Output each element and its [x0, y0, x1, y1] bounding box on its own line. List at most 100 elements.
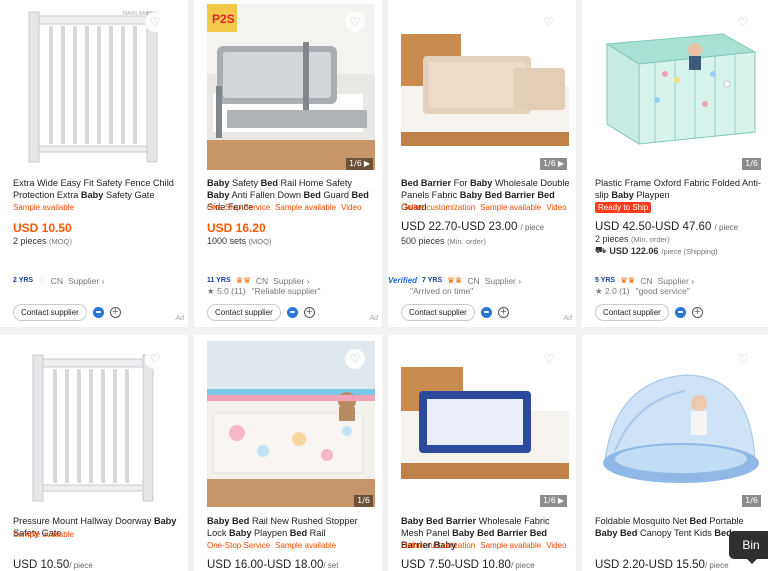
moq: 1000 sets (MOQ)	[207, 236, 271, 246]
image-count: 1/6 ▶	[539, 495, 567, 507]
crown-icon: ♛♛	[447, 275, 463, 285]
product-tag: Sample available	[275, 203, 337, 212]
moq-value: 1000 sets	[207, 236, 247, 246]
price-unit: / piece	[520, 223, 545, 232]
title-fragment: Baby Bed	[595, 528, 638, 538]
product-card[interactable]: ♡ 1/6 Plastic Frame Oxford Fabric Folded…	[582, 0, 768, 327]
product-image[interactable]: ♡	[7, 341, 175, 507]
supplier-link[interactable]: Supplier ›	[68, 276, 104, 286]
title-fragment: Bed	[689, 516, 707, 526]
verified-badge: Verified	[388, 276, 418, 285]
image-count: 1/6	[354, 495, 373, 507]
product-title[interactable]: Plastic Frame Oxford Fabric Folded Anti-…	[595, 177, 765, 201]
product-tag: Sample available	[13, 530, 74, 539]
heart-icon[interactable]: ♡	[145, 12, 165, 32]
add-icon[interactable]: +	[497, 307, 509, 318]
title-fragment: Bed	[303, 190, 321, 200]
title-fragment: Baby	[153, 516, 177, 526]
price: USD 10.50/ piece	[13, 559, 93, 571]
play-icon: ▶	[363, 159, 370, 168]
rating: ★ 2.0 (1)	[595, 286, 630, 296]
play-icon: ▶	[557, 496, 564, 505]
contact-supplier-button[interactable]: Contact supplier	[595, 304, 669, 321]
heart-icon[interactable]: ♡	[345, 349, 365, 369]
title-fragment: Bed	[351, 190, 369, 200]
card-actions: Contact supplier +	[13, 304, 121, 321]
contact-supplier-button[interactable]: Contact supplier	[401, 304, 475, 321]
add-icon[interactable]: +	[303, 307, 315, 318]
product-image[interactable]: ♡ 1/6	[207, 341, 375, 507]
product-tag: Online customization	[401, 541, 476, 550]
product-image[interactable]: ♡ 1/6	[595, 4, 763, 170]
heart-icon[interactable]: ♡	[733, 349, 753, 369]
tag-list: Sample available	[13, 202, 74, 213]
title-fragment: For	[451, 178, 470, 188]
product-card[interactable]: ♡ 1/6 Baby Bed Rail New Rushed Stopper L…	[194, 335, 382, 571]
review-info: "Arrived on time"	[410, 286, 473, 296]
contact-supplier-button[interactable]: Contact supplier	[13, 304, 87, 321]
chat-icon[interactable]	[286, 307, 298, 318]
title-fragment: Rail Home Safety	[277, 178, 353, 188]
tag-list: Sample available	[13, 529, 74, 540]
product-image[interactable]: P2S ♡ 1/6 ▶	[207, 4, 375, 170]
price-unit: / set	[323, 561, 339, 570]
card-actions: Contact supplier +	[207, 304, 315, 321]
price: USD 7.50-USD 10.80/ piece	[401, 559, 535, 571]
price-unit: / piece	[69, 561, 93, 570]
supplier-link[interactable]: Supplier ›	[485, 276, 521, 286]
heart-icon[interactable]: ♡	[733, 12, 753, 32]
product-title[interactable]: Extra Wide Easy Fit Safety Fence Child P…	[13, 177, 183, 201]
product-card[interactable]: P2S ♡ 1/6 ▶ Baby Safety Bed Rail Home Saf…	[194, 0, 382, 327]
price-value: USD 10.50	[13, 559, 70, 571]
heart-icon[interactable]: ♡	[539, 12, 559, 32]
product-title[interactable]: Baby Bed Rail New Rushed Stopper Lock Ba…	[207, 515, 377, 539]
image-count: 1/6 ▶	[539, 158, 567, 170]
title-fragment: Baby	[80, 190, 104, 200]
diamond-icon: ♢	[38, 275, 46, 285]
image-count-value: 1/6	[357, 496, 370, 505]
moq-note: (Min. order)	[447, 237, 486, 246]
title-fragment: Portable	[706, 516, 744, 526]
product-image[interactable]: ♡ 1/6 ▶	[401, 4, 569, 170]
years-badge: 5 YRS	[595, 277, 616, 284]
title-fragment: Baby	[469, 178, 493, 188]
product-tag: Video	[546, 203, 567, 212]
bin-tooltip[interactable]: Bin	[729, 531, 768, 564]
heart-icon[interactable]: ♡	[145, 349, 165, 369]
product-card[interactable]: ♡ 1/6 ▶ Bed Barrier For Baby Wholesale Do…	[388, 0, 576, 327]
chat-icon[interactable]	[674, 307, 686, 318]
product-card[interactable]: ♡ Pressure Mount Hallway Doorway Baby Sa…	[0, 335, 188, 571]
supplier-link[interactable]: Supplier ›	[273, 276, 309, 286]
price: USD 16.00-USD 18.00/ set	[207, 559, 338, 571]
title-fragment: Baby Bed	[207, 516, 250, 526]
price-value: USD 2.20-USD 15.50	[595, 559, 705, 571]
product-image[interactable]: ♡ 1/6 ▶	[401, 341, 569, 507]
supplier-info[interactable]: 5 YRS ♛♛ CN Supplier ›	[595, 275, 694, 286]
title-fragment: Safety	[229, 178, 261, 188]
supplier-link[interactable]: Supplier ›	[658, 276, 694, 286]
price-unit: / piece	[510, 561, 535, 570]
supplier-info[interactable]: 2 YRS ♢ CN Supplier ›	[13, 275, 104, 286]
price: USD 2.20-USD 15.50/ piece	[595, 559, 729, 571]
add-icon[interactable]: +	[109, 307, 121, 318]
shipping-price: ⛟ USD 122.06 /piece (Shipping)	[595, 245, 718, 257]
tag-list: One-Stop Service Sample available	[207, 540, 336, 551]
title-fragment: Baby Bed Barrier Bed	[459, 190, 555, 200]
supplier-info[interactable]: Verified 7 YRS ♛♛ CN Supplier ›	[388, 275, 521, 286]
add-icon[interactable]: +	[691, 307, 703, 318]
review-quote: "Reliable supplier"	[251, 286, 321, 296]
country: CN	[467, 275, 480, 286]
moq-value: 500 pieces	[401, 236, 445, 246]
chat-icon[interactable]	[480, 307, 492, 318]
heart-icon[interactable]: ♡	[539, 349, 559, 369]
chat-icon[interactable]	[92, 307, 104, 318]
product-image[interactable]: ♡ 1/6	[595, 341, 763, 507]
heart-icon[interactable]: ♡	[345, 12, 365, 32]
product-image[interactable]: MARS BABY ♡	[7, 4, 175, 170]
image-count: 1/6 ▶	[345, 158, 373, 170]
supplier-info[interactable]: 11 YRS ♛♛ CN Supplier ›	[207, 275, 310, 286]
contact-supplier-button[interactable]: Contact supplier	[207, 304, 281, 321]
product-card[interactable]: MARS BABY ♡ Extra Wide Easy Fit Safety F…	[0, 0, 188, 327]
title-fragment: Safety Gate	[103, 190, 155, 200]
product-card[interactable]: ♡ 1/6 ▶ Baby Bed Barrier Wholesale Fabric…	[388, 335, 576, 571]
